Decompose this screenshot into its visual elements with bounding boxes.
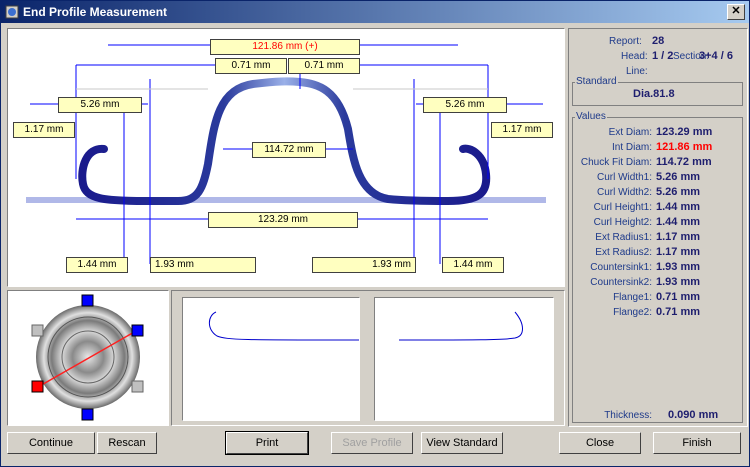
value-label: Flange1: <box>613 292 652 303</box>
value-number: 1.44 mm <box>656 216 701 228</box>
continue-button[interactable]: Continue <box>7 432 95 454</box>
value-label: Chuck Fit Diam: <box>580 157 652 168</box>
standard-value: Dia.81.8 <box>633 88 675 100</box>
value-label: Curl Height1: <box>593 202 652 213</box>
curl-width-left-label: 5.26 mm <box>58 97 142 113</box>
rescan-button[interactable]: Rescan <box>97 432 157 454</box>
head-dial-image <box>31 294 144 421</box>
value-number: 1.93 mm <box>656 261 701 273</box>
value-label: Curl Height2: <box>593 217 652 228</box>
curl-height-right-label: 1.44 mm <box>442 257 504 273</box>
value-label: Ext Radius2: <box>595 247 652 258</box>
flange-left-label: 0.71 mm <box>215 58 287 74</box>
chuck-dim-label: 114.72 mm <box>252 142 326 158</box>
value-number: 121.86 mm <box>656 141 713 153</box>
value-number: 1.17 mm <box>656 231 701 243</box>
value-label: Curl Width1: <box>596 172 652 183</box>
flange-right-label: 0.71 mm <box>288 58 360 74</box>
view-standard-button[interactable]: View Standard <box>421 432 503 454</box>
curl-previews <box>171 290 565 426</box>
end-profile-window: End Profile Measurement ✕ 121.86 mm (+) … <box>0 0 750 467</box>
standard-title: Standard <box>575 76 618 87</box>
head-label: Head: <box>621 51 648 62</box>
curl-height-left-label: 1.44 mm <box>66 257 128 273</box>
value-label: Flange2: <box>613 307 652 318</box>
value-label: Int Diam: <box>611 142 652 153</box>
close-window-button[interactable]: ✕ <box>727 4 745 20</box>
curl-right-plot <box>398 311 523 341</box>
countersink-left-label: 1.93 mm <box>150 257 256 273</box>
value-number: 5.26 mm <box>656 171 701 183</box>
value-label: Ext Diam: <box>608 127 652 138</box>
value-number: 114.72 mm <box>656 156 712 168</box>
standard-group: Standard Dia.81.8 <box>572 76 743 106</box>
head-selector <box>7 290 169 426</box>
values-title: Values <box>575 111 607 122</box>
value-label: Countersink1: <box>590 262 652 273</box>
save-profile-button[interactable]: Save Profile <box>331 432 413 454</box>
line-label: Line: <box>626 66 648 77</box>
curl-preview-right <box>374 297 554 421</box>
close-button[interactable]: Close <box>559 432 641 454</box>
value-number: 0.71 mm <box>656 291 701 303</box>
info-panel: Report: 28 Head: 1 / 2 Section: 3+4 / 6 … <box>568 28 748 427</box>
countersink-right-label: 1.93 mm <box>312 257 416 273</box>
title-bar: End Profile Measurement ✕ <box>1 1 749 23</box>
curl-left-plot <box>208 311 360 341</box>
thickness-label: Thickness: <box>604 410 652 421</box>
value-label: Countersink2: <box>590 277 652 288</box>
values-group: Values Ext Diam: 123.29 mm Int Diam: 121.86… <box>572 111 743 423</box>
report-value: 28 <box>652 35 665 47</box>
thickness-value: 0.090 mm <box>668 409 719 421</box>
value-number: 1.93 mm <box>656 276 701 288</box>
ext-radius-left-label: 1.17 mm <box>13 122 75 138</box>
profile-view: 121.86 mm (+) 0.71 mm 0.71 mm 5.26 mm 5.… <box>7 28 565 287</box>
value-label: Curl Width2: <box>596 187 652 198</box>
value-number: 0.71 mm <box>656 306 701 318</box>
report-label: Report: <box>609 36 642 47</box>
app-icon <box>5 5 19 19</box>
head-value: 1 / 2 <box>652 50 674 62</box>
curl-width-right-label: 5.26 mm <box>423 97 507 113</box>
value-label: Ext Radius1: <box>595 232 652 243</box>
window-title: End Profile Measurement <box>23 5 168 19</box>
print-button[interactable]: Print <box>225 431 309 455</box>
value-number: 1.44 mm <box>656 201 701 213</box>
finish-button[interactable]: Finish <box>653 432 741 454</box>
ext-diam-label: 123.29 mm <box>208 212 358 228</box>
total-dim-label: 121.86 mm (+) <box>210 39 360 55</box>
value-number: 1.17 mm <box>656 246 701 258</box>
value-number: 123.29 mm <box>656 126 713 138</box>
section-value: 3+4 / 6 <box>699 50 733 62</box>
curl-preview-left <box>182 297 360 421</box>
ext-radius-right-label: 1.17 mm <box>491 122 553 138</box>
value-number: 5.26 mm <box>656 186 701 198</box>
